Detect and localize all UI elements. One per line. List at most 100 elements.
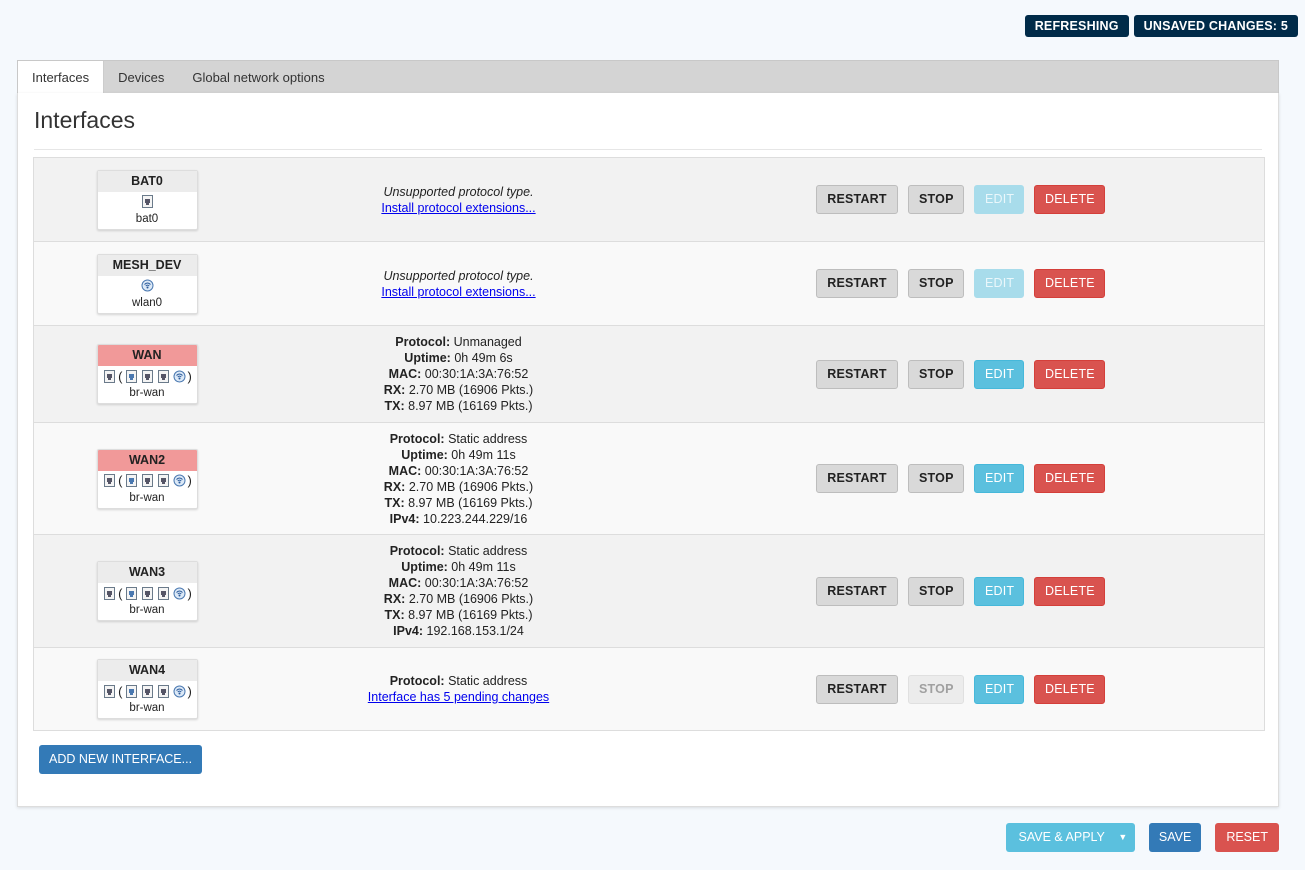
restart-button[interactable]: RESTART	[816, 464, 898, 493]
interface-device: br-wan	[129, 491, 165, 504]
stop-button[interactable]: STOP	[908, 674, 964, 704]
save-button[interactable]: SAVE	[1148, 823, 1202, 852]
table-row-wan3: WAN3 ( ) br-wan Protocol: Static address	[34, 534, 1264, 647]
tab-global-network-options[interactable]: Global network options	[178, 61, 338, 94]
interface-badge: MESH_DEV wlan0	[96, 253, 198, 314]
footer-actions: SAVE & APPLY ▼ SAVE RESET	[1005, 823, 1279, 852]
ethernet-port-icon	[141, 369, 153, 383]
refreshing-indicator[interactable]: REFRESHING	[1024, 15, 1129, 37]
uptime-value: 0h 49m 6s	[454, 351, 513, 365]
restart-button[interactable]: RESTART	[816, 674, 898, 704]
ethernet-port-icon	[141, 474, 153, 487]
ethernet-port-icon	[157, 369, 169, 383]
ethernet-port-icon	[157, 474, 169, 487]
ethernet-port-icon	[125, 474, 137, 487]
interface-name: MESH_DEV	[97, 254, 197, 276]
delete-button[interactable]: DELETE	[1034, 464, 1105, 493]
interfaces-panel: Interfaces BAT0 bat0 Unsupported protoco…	[17, 93, 1279, 807]
wifi-icon	[173, 474, 185, 487]
install-protocol-extensions-link[interactable]: Install protocol extensions...	[381, 285, 535, 299]
restart-button[interactable]: RESTART	[816, 576, 898, 606]
ethernet-port-icon	[141, 684, 153, 698]
protocol-value: Static address	[448, 674, 528, 688]
protocol-value: Static address	[448, 544, 528, 558]
tab-interfaces[interactable]: Interfaces	[18, 61, 105, 95]
interface-status: Protocol: Static address Interface has 5…	[367, 674, 550, 704]
uptime-value: 0h 49m 11s	[451, 560, 516, 574]
ipv4-value: 10.223.244.229/16	[423, 511, 528, 526]
ethernet-port-icon	[104, 474, 116, 487]
install-protocol-extensions-link[interactable]: Install protocol extensions...	[381, 201, 535, 215]
edit-button[interactable]: EDIT	[974, 359, 1024, 389]
save-apply-button[interactable]: SAVE & APPLY ▼	[1005, 823, 1135, 852]
interface-badge: WAN2 ( ) br-wan	[96, 448, 198, 509]
interface-device: bat0	[135, 212, 159, 225]
interface-status: Unsupported protocol type. Install proto…	[260, 268, 657, 300]
interface-device: br-wan	[129, 387, 165, 399]
delete-button[interactable]: DELETE	[1034, 674, 1105, 704]
interface-badge: WAN4 ( ) br-wan	[96, 659, 198, 719]
edit-button[interactable]: EDIT	[974, 674, 1024, 704]
delete-button[interactable]: DELETE	[1034, 185, 1105, 214]
mac-value: 00:30:1A:3A:76:52	[424, 367, 529, 381]
restart-button[interactable]: RESTART	[816, 185, 898, 214]
tx-value: 8.97 MB (16169 Pkts.)	[408, 399, 533, 413]
table-row-bat0: BAT0 bat0 Unsupported protocol type. Ins…	[34, 158, 1264, 241]
interface-status: Unsupported protocol type. Install proto…	[260, 184, 657, 216]
interface-device: wlan0	[131, 296, 163, 309]
interface-device: br-wan	[129, 604, 165, 616]
delete-button[interactable]: DELETE	[1034, 576, 1105, 606]
unsaved-changes-indicator[interactable]: UNSAVED CHANGES: 5	[1133, 15, 1298, 37]
ethernet-port-icon	[141, 195, 153, 208]
delete-button[interactable]: DELETE	[1034, 359, 1105, 389]
stop-button[interactable]: STOP	[908, 359, 964, 389]
ethernet-port-icon	[157, 586, 169, 600]
wifi-icon	[141, 279, 153, 292]
interface-badge: BAT0 bat0	[96, 169, 198, 230]
interface-badge: WAN ( ) br-wan	[96, 344, 198, 404]
tab-devices[interactable]: Devices	[104, 61, 178, 94]
restart-button[interactable]: RESTART	[816, 359, 898, 389]
status-indicators: REFRESHING UNSAVED CHANGES: 5	[1024, 15, 1298, 37]
table-row-wan: WAN ( ) br-wan Protocol: Unmanaged Uptim	[34, 325, 1264, 422]
ethernet-port-icon	[104, 684, 116, 698]
delete-button[interactable]: DELETE	[1034, 269, 1105, 298]
unsupported-protocol-text: Unsupported protocol type.	[383, 268, 534, 283]
interface-status: Protocol: Unmanaged Uptime: 0h 49m 6s MA…	[383, 335, 534, 413]
stop-button[interactable]: STOP	[908, 269, 964, 298]
ethernet-port-icon	[157, 684, 169, 698]
edit-button[interactable]: EDIT	[974, 576, 1024, 606]
restart-button[interactable]: RESTART	[816, 269, 898, 298]
stop-button[interactable]: STOP	[908, 464, 964, 493]
title-divider	[34, 149, 1262, 150]
ipv4-value: 192.168.153.1/24	[426, 624, 524, 638]
interfaces-table: BAT0 bat0 Unsupported protocol type. Ins…	[33, 157, 1265, 731]
interface-badge: WAN3 ( ) br-wan	[96, 561, 198, 621]
stop-button[interactable]: STOP	[908, 185, 964, 214]
ethernet-port-icon	[141, 586, 153, 600]
edit-button[interactable]: EDIT	[974, 185, 1024, 214]
caret-down-icon[interactable]: ▼	[1111, 823, 1135, 852]
mac-value: 00:30:1A:3A:76:52	[424, 463, 529, 478]
edit-button[interactable]: EDIT	[974, 269, 1024, 298]
interface-device: br-wan	[129, 702, 165, 714]
save-apply-label: SAVE & APPLY	[1018, 830, 1105, 844]
interface-name: WAN4	[97, 660, 197, 681]
protocol-value: Unmanaged	[453, 335, 522, 349]
page-title: Interfaces	[34, 107, 135, 133]
interface-name: WAN3	[97, 562, 197, 583]
wifi-icon	[173, 587, 185, 599]
interface-status: Protocol: Static address Uptime: 0h 49m …	[383, 544, 534, 638]
stop-button[interactable]: STOP	[908, 576, 964, 606]
edit-button[interactable]: EDIT	[974, 464, 1024, 493]
reset-button[interactable]: RESET	[1215, 823, 1279, 852]
tab-bar: Interfaces Devices Global network option…	[17, 60, 1279, 95]
rx-value: 2.70 MB (16906 Pkts.)	[408, 592, 534, 606]
table-row-mesh-dev: MESH_DEV wlan0 Unsupported protocol type…	[34, 241, 1264, 325]
pending-changes-link[interactable]: Interface has 5 pending changes	[368, 690, 549, 704]
ethernet-port-icon	[125, 586, 137, 600]
protocol-value: Static address	[448, 431, 528, 446]
tx-value: 8.97 MB (16169 Pkts.)	[408, 608, 533, 622]
add-new-interface-button[interactable]: ADD NEW INTERFACE...	[39, 745, 203, 774]
uptime-value: 0h 49m 11s	[451, 447, 516, 462]
